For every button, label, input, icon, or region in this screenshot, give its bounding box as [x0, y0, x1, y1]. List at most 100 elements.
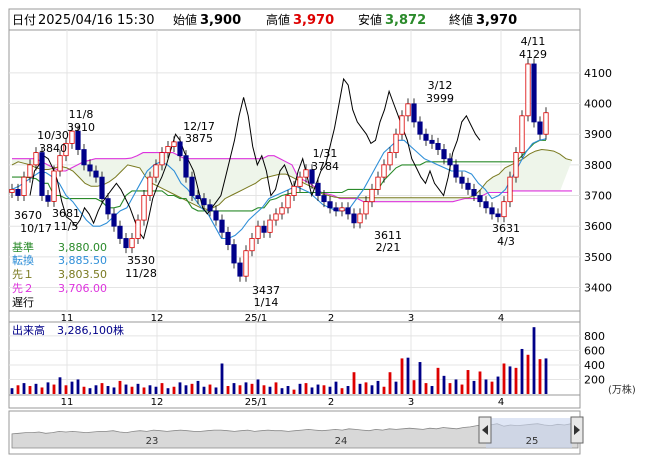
volume-bar	[112, 387, 116, 394]
candle-body	[525, 63, 531, 117]
candle-body	[93, 170, 99, 178]
candle-body	[333, 207, 339, 212]
candle-body	[129, 238, 135, 249]
volume-bar	[40, 387, 44, 394]
volume-bar	[436, 367, 440, 394]
volume-bar	[316, 384, 320, 394]
candle-body	[105, 198, 111, 215]
legend-chikou-label: 遅行	[12, 296, 34, 309]
volume-bar	[52, 384, 56, 394]
navigator-left-handle[interactable]	[478, 416, 492, 444]
volume-bar	[226, 386, 230, 394]
price-annotation: 3910	[67, 121, 95, 134]
high-label: 高値	[266, 12, 290, 27]
navigator-x-tick-label: 23	[146, 436, 159, 447]
volume-bar	[100, 383, 104, 394]
volume-bar	[190, 383, 194, 394]
volume-bar	[454, 379, 458, 394]
volume-bar	[262, 385, 266, 394]
volume-bar	[412, 380, 416, 394]
candle-body	[417, 121, 423, 135]
volume-bar	[526, 354, 530, 394]
candle-body	[153, 164, 159, 178]
volume-bar	[364, 382, 368, 394]
candle-body	[39, 152, 45, 196]
candle-body	[195, 195, 201, 200]
volume-bar	[154, 386, 158, 394]
candle-body	[501, 201, 507, 218]
candle-body	[315, 182, 321, 196]
volume-bar	[508, 366, 512, 394]
candle-body	[87, 164, 93, 172]
candle-body	[255, 225, 261, 239]
volume-bar	[370, 385, 374, 394]
volume-bar	[64, 385, 68, 394]
volume-bar	[22, 383, 26, 394]
volume-bar	[34, 383, 38, 394]
candle-body	[213, 210, 219, 221]
price-annotation: 3999	[426, 92, 454, 105]
candle-body	[243, 250, 249, 277]
price-y-tick-label: 3500	[584, 251, 612, 264]
price-annotation: 3631	[492, 222, 520, 235]
candle-body	[429, 139, 435, 144]
volume-bar	[178, 382, 182, 394]
candle-body	[381, 164, 387, 178]
candle-body	[159, 152, 165, 166]
price-annotation: 4/3	[497, 235, 515, 248]
candle-body	[21, 176, 27, 196]
candle-body	[57, 155, 63, 172]
volume-bar	[406, 357, 410, 394]
volume-bar	[142, 387, 146, 394]
legend-tenkan-label: 転換	[12, 254, 34, 267]
volume-bar	[472, 380, 476, 394]
volume-bar	[418, 362, 422, 394]
candle-body	[507, 176, 513, 203]
candle-body	[531, 63, 537, 123]
volume-x-tick-label: 2	[328, 397, 334, 408]
candle-body	[27, 164, 33, 178]
candle-body	[297, 176, 303, 187]
candle-body	[327, 201, 333, 209]
volume-bar	[394, 381, 398, 394]
candle-body	[321, 195, 327, 203]
candle-body	[537, 121, 543, 135]
price-annotation: 3784	[311, 160, 339, 173]
close-label: 終値	[449, 12, 473, 27]
volume-bar	[16, 385, 20, 394]
candle-body	[459, 176, 465, 184]
candle-body	[249, 238, 255, 252]
volume-bar	[244, 382, 248, 394]
volume-bar	[292, 389, 296, 394]
volume-bar	[334, 381, 338, 394]
candle-body	[201, 198, 207, 206]
candle-body	[363, 201, 369, 215]
price-annotation: 10/17	[20, 222, 52, 235]
volume-bar	[424, 383, 428, 394]
volume-bar	[532, 327, 536, 394]
volume-bar	[358, 383, 362, 394]
high-value: 3,970	[293, 13, 334, 28]
candle-body	[177, 141, 183, 157]
candle-body	[435, 142, 441, 150]
price-annotation: 3530	[127, 254, 155, 267]
price-annotation: 4129	[519, 48, 547, 61]
volume-unit: (万株)	[608, 383, 636, 396]
volume-x-axis-strip	[8, 394, 581, 409]
volume-bar	[376, 380, 380, 394]
price-annotation: 3681	[52, 207, 80, 220]
volume-y-ticks: 200400 600800	[584, 330, 605, 387]
volume-bar	[538, 359, 542, 394]
volume-bar	[352, 372, 356, 394]
volume-bar	[10, 388, 14, 394]
candle-body	[357, 213, 363, 224]
volume-bar	[46, 382, 50, 394]
candle-body	[117, 225, 123, 239]
volume-bar	[76, 379, 80, 394]
volume-bar	[238, 385, 242, 394]
navigator-right-handle[interactable]	[570, 416, 584, 444]
candle-body	[219, 219, 225, 233]
volume-x-tick-label: 12	[151, 397, 164, 408]
volume-bar	[298, 383, 302, 394]
candle-body	[141, 195, 147, 221]
